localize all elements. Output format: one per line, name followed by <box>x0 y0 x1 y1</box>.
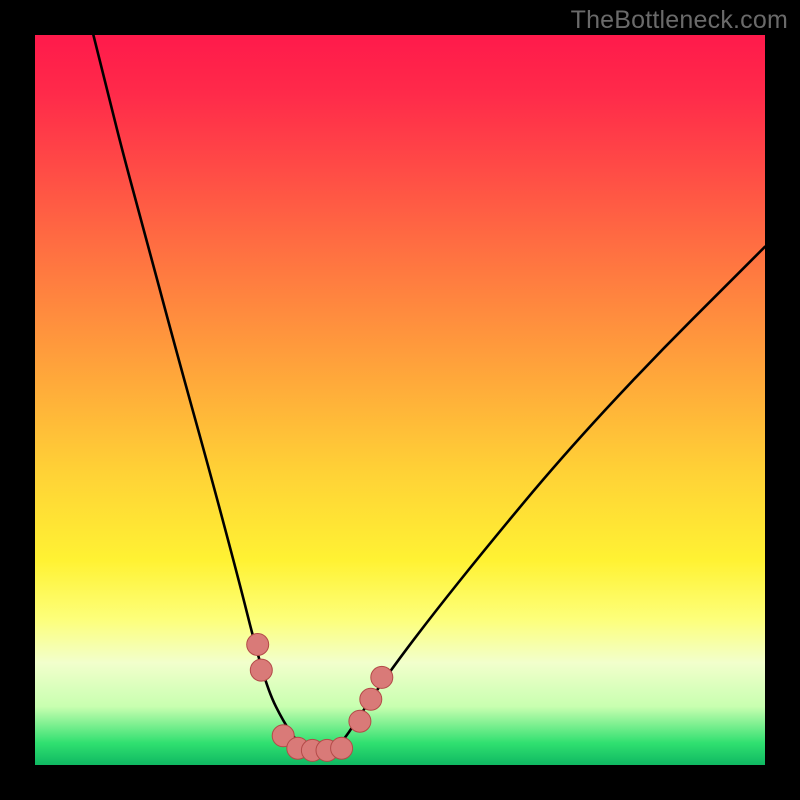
curve-marker <box>371 666 393 688</box>
curve-marker <box>331 737 353 759</box>
curve-marker <box>250 659 272 681</box>
curve-markers <box>247 634 393 762</box>
curve-line <box>93 35 765 750</box>
curve-marker <box>247 634 269 656</box>
plot-area <box>35 35 765 765</box>
bottleneck-curve <box>35 35 765 765</box>
watermark-text: TheBottleneck.com <box>571 6 788 35</box>
curve-marker <box>349 710 371 732</box>
curve-marker <box>301 739 323 761</box>
chart-frame: TheBottleneck.com <box>0 0 800 800</box>
curve-marker <box>360 688 382 710</box>
curve-marker <box>272 725 294 747</box>
curve-marker <box>316 739 338 761</box>
curve-marker <box>287 737 309 759</box>
